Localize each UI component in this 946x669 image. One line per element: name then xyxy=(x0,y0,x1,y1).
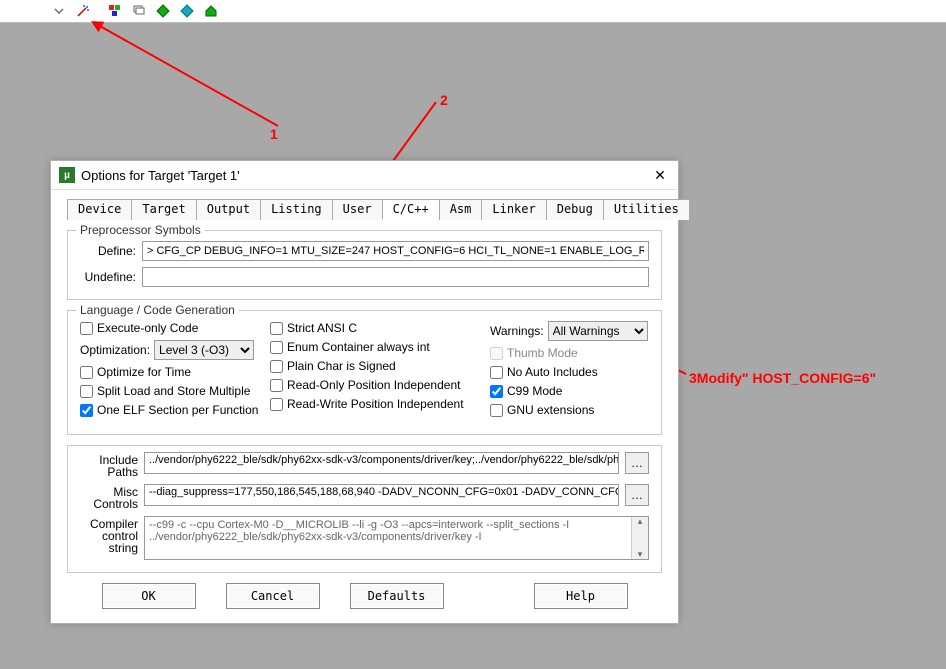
compiler-string-label: Compiler control string xyxy=(80,516,138,554)
execute-only-label: Execute-only Code xyxy=(97,321,198,335)
execute-only-check[interactable] xyxy=(80,322,93,335)
gnu-label: GNU extensions xyxy=(507,403,594,417)
warnings-select[interactable]: All Warnings xyxy=(548,321,648,341)
include-paths-input[interactable]: ../vendor/phy6222_ble/sdk/phy62xx-sdk-v3… xyxy=(144,452,619,474)
tab-ccpp[interactable]: C/C++ xyxy=(382,199,440,220)
tab-linker[interactable]: Linker xyxy=(481,199,546,220)
readwrite-pi-check[interactable] xyxy=(270,398,283,411)
one-elf-label: One ELF Section per Function xyxy=(97,403,258,417)
tab-debug[interactable]: Debug xyxy=(546,199,604,220)
undefine-input[interactable] xyxy=(142,267,649,287)
app-logo-icon: µ xyxy=(59,167,75,183)
optimization-label: Optimization: xyxy=(80,343,150,357)
readonly-pi-check[interactable] xyxy=(270,379,283,392)
enum-container-check[interactable] xyxy=(270,341,283,354)
blocks-icon[interactable] xyxy=(106,2,124,20)
preprocessor-group: Preprocessor Symbols Define: Undefine: xyxy=(67,230,662,300)
split-load-check[interactable] xyxy=(80,385,93,398)
house-icon[interactable] xyxy=(202,2,220,20)
diamond-green-icon[interactable] xyxy=(154,2,172,20)
annotation-3: 3Modify" HOST_CONFIG=6" xyxy=(689,370,876,386)
tab-listing[interactable]: Listing xyxy=(260,199,333,220)
strict-ansi-check[interactable] xyxy=(270,322,283,335)
help-button[interactable]: Help xyxy=(534,583,628,609)
compiler-string-display: --c99 -c --cpu Cortex-M0 -D__MICROLIB --… xyxy=(144,516,649,560)
optimize-time-label: Optimize for Time xyxy=(97,365,191,379)
annotation-1: 1 xyxy=(270,126,278,142)
warnings-label: Warnings: xyxy=(490,324,544,338)
tab-device[interactable]: Device xyxy=(67,199,132,220)
misc-controls-label: Misc Controls xyxy=(80,484,138,510)
tab-output[interactable]: Output xyxy=(196,199,261,220)
cancel-button[interactable]: Cancel xyxy=(226,583,320,609)
readwrite-pi-label: Read-Write Position Independent xyxy=(287,397,464,411)
stack-icon[interactable] xyxy=(130,2,148,20)
enum-container-label: Enum Container always int xyxy=(287,340,430,354)
tab-utilities[interactable]: Utilities xyxy=(603,199,690,220)
tab-target[interactable]: Target xyxy=(131,199,196,220)
readonly-pi-label: Read-Only Position Independent xyxy=(287,378,460,392)
title-bar: µ Options for Target 'Target 1' ✕ xyxy=(51,161,678,190)
close-button[interactable]: ✕ xyxy=(650,165,670,185)
no-auto-check[interactable] xyxy=(490,366,503,379)
paths-group: Include Paths ../vendor/phy6222_ble/sdk/… xyxy=(67,445,662,573)
wand-icon[interactable] xyxy=(74,2,92,20)
preprocessor-legend: Preprocessor Symbols xyxy=(76,223,205,237)
annotation-2: 2 xyxy=(440,92,448,108)
include-paths-label: Include Paths xyxy=(80,452,138,478)
thumb-label: Thumb Mode xyxy=(507,346,578,360)
diamond-teal-icon[interactable] xyxy=(178,2,196,20)
dropdown-icon[interactable] xyxy=(50,2,68,20)
defaults-button[interactable]: Defaults xyxy=(350,583,444,609)
c99-label: C99 Mode xyxy=(507,384,562,398)
strict-ansi-label: Strict ANSI C xyxy=(287,321,357,335)
misc-controls-input[interactable]: --diag_suppress=177,550,186,545,188,68,9… xyxy=(144,484,619,506)
toolbar xyxy=(0,0,946,23)
split-load-label: Split Load and Store Multiple xyxy=(97,384,250,398)
language-legend: Language / Code Generation xyxy=(76,303,239,317)
scrollbar[interactable]: ▴▾ xyxy=(631,517,648,559)
optimize-time-check[interactable] xyxy=(80,366,93,379)
no-auto-label: No Auto Includes xyxy=(507,365,598,379)
tab-strip: Device Target Output Listing User C/C++ … xyxy=(67,198,662,220)
dialog-buttons: OK Cancel Defaults Help xyxy=(67,583,662,609)
thumb-check xyxy=(490,347,503,360)
plain-char-check[interactable] xyxy=(270,360,283,373)
options-dialog: µ Options for Target 'Target 1' ✕ Device… xyxy=(50,160,679,624)
define-input[interactable] xyxy=(142,241,649,261)
dialog-title: Options for Target 'Target 1' xyxy=(81,168,650,183)
plain-char-label: Plain Char is Signed xyxy=(287,359,396,373)
ok-button[interactable]: OK xyxy=(102,583,196,609)
optimization-select[interactable]: Level 3 (-O3) xyxy=(154,340,254,360)
language-group: Language / Code Generation Execute-only … xyxy=(67,310,662,435)
define-label: Define: xyxy=(80,244,136,258)
undefine-label: Undefine: xyxy=(80,270,136,284)
c99-check[interactable] xyxy=(490,385,503,398)
gnu-check[interactable] xyxy=(490,404,503,417)
tab-asm[interactable]: Asm xyxy=(439,199,483,220)
include-paths-browse-button[interactable]: … xyxy=(625,452,649,474)
one-elf-check[interactable] xyxy=(80,404,93,417)
tab-user[interactable]: User xyxy=(332,199,383,220)
misc-controls-browse-button[interactable]: … xyxy=(625,484,649,506)
